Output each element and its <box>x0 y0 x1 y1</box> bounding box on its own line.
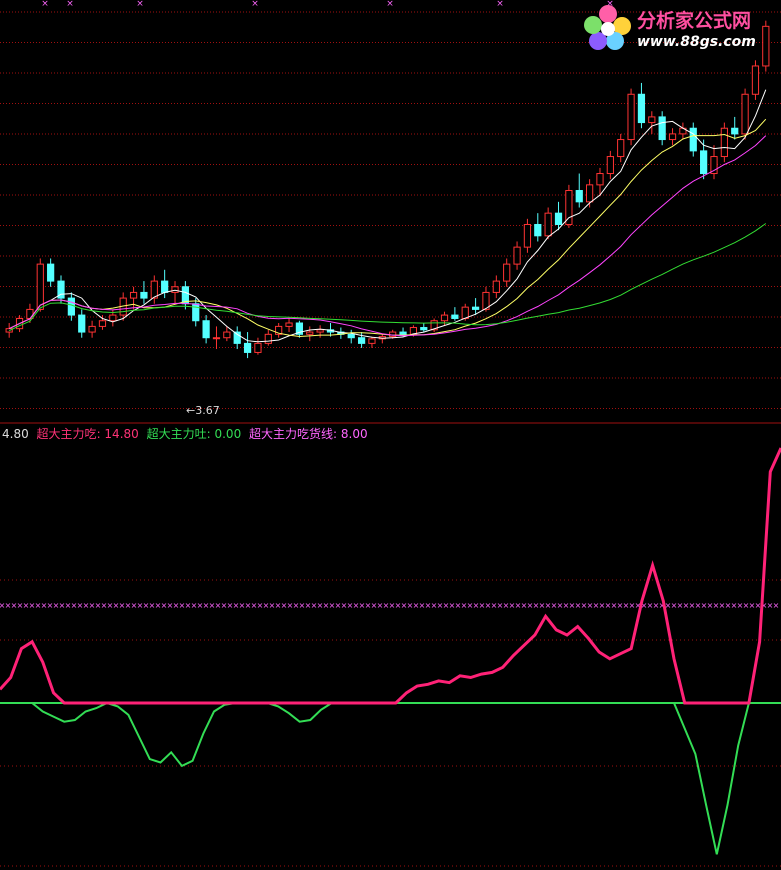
candle-body <box>751 65 760 95</box>
logo-title: 分析家公式网 <box>637 10 752 32</box>
candle-body <box>368 338 376 344</box>
candle-body <box>306 331 314 335</box>
top-marker: × <box>66 0 74 9</box>
candle-body <box>668 133 677 141</box>
candle-body <box>171 286 179 293</box>
logo-url: www.88gs.com <box>637 34 756 50</box>
candle-body <box>451 314 459 319</box>
candle-body <box>223 331 231 339</box>
candle-body <box>544 212 552 237</box>
candle-body <box>36 263 44 310</box>
top-marker: × <box>251 0 259 9</box>
candle-body <box>243 342 252 353</box>
candle-body <box>192 303 200 322</box>
tu-series-line <box>0 701 781 855</box>
legend-line-value: 8.00 <box>340 427 368 441</box>
candle-body <box>534 223 542 237</box>
legend-chi-value: 14.80 <box>104 427 139 441</box>
candle-body <box>658 116 666 141</box>
candle-body <box>492 280 500 293</box>
candle-body <box>700 150 708 175</box>
candle-body <box>575 190 583 203</box>
candle-body <box>109 314 117 322</box>
top-marker: × <box>496 0 504 9</box>
candle-body <box>347 333 355 339</box>
candle-body <box>420 327 428 331</box>
candle-body <box>606 156 614 175</box>
candle-body <box>596 173 604 186</box>
candle-body <box>399 331 407 335</box>
eat-line-marker: × <box>773 601 780 610</box>
candle-body <box>523 223 532 248</box>
candle-body <box>513 246 521 265</box>
candle-body <box>47 263 55 282</box>
candle-body <box>285 322 293 327</box>
candle-body <box>461 306 469 319</box>
candle-body <box>316 329 324 333</box>
candle-body <box>503 263 511 282</box>
legend-tu-name: 超大主力吐 <box>146 427 207 441</box>
candle-body <box>212 337 221 340</box>
axis-value-label: 4.80 <box>2 427 29 441</box>
candle-body <box>554 212 563 225</box>
candle-body <box>254 342 262 353</box>
candle-body <box>627 93 635 141</box>
candle-body <box>440 314 449 322</box>
candle-body <box>140 291 148 299</box>
candle-body <box>129 291 138 299</box>
flower-logo-icon <box>584 5 631 50</box>
candle-body <box>471 306 480 310</box>
candle-body <box>720 127 728 158</box>
candle-body <box>202 320 210 339</box>
top-marker: × <box>41 0 49 9</box>
min-price-label: ←3.67 <box>186 404 220 417</box>
legend-chi-name: 超大主力吃 <box>36 427 97 441</box>
candle-body <box>161 280 169 293</box>
candle-body <box>586 184 594 203</box>
chart-canvas: × × × × × × × × × × × × × × × × × × × × × × × × × × × × × × × × × × × × × × × ×… <box>0 0 781 870</box>
candle-body <box>357 337 366 344</box>
candle-body <box>67 297 75 316</box>
legend-line-name: 超大主力吃货线 <box>249 427 334 441</box>
candle-body <box>78 314 86 333</box>
candle-body <box>731 127 739 135</box>
candle-body <box>741 93 749 135</box>
indicator-legend: 4.80 超大主力吃: 14.80 超大主力吐: 0.00 超大主力吃货线: 8… <box>2 427 368 441</box>
top-marker: × <box>136 0 144 9</box>
candle-body <box>26 308 34 319</box>
candle-body <box>264 333 272 344</box>
candle-body <box>689 127 697 152</box>
site-logo: 分析家公式网 www.88gs.com <box>580 2 780 52</box>
candle-body <box>88 325 96 333</box>
candle-body <box>617 139 625 158</box>
top-marker: × <box>386 0 394 9</box>
legend-tu-value: 0.00 <box>214 427 242 441</box>
chi-series-line <box>0 447 781 705</box>
candle-body <box>98 320 107 327</box>
candle-body <box>637 93 646 124</box>
candle-body <box>648 116 656 124</box>
